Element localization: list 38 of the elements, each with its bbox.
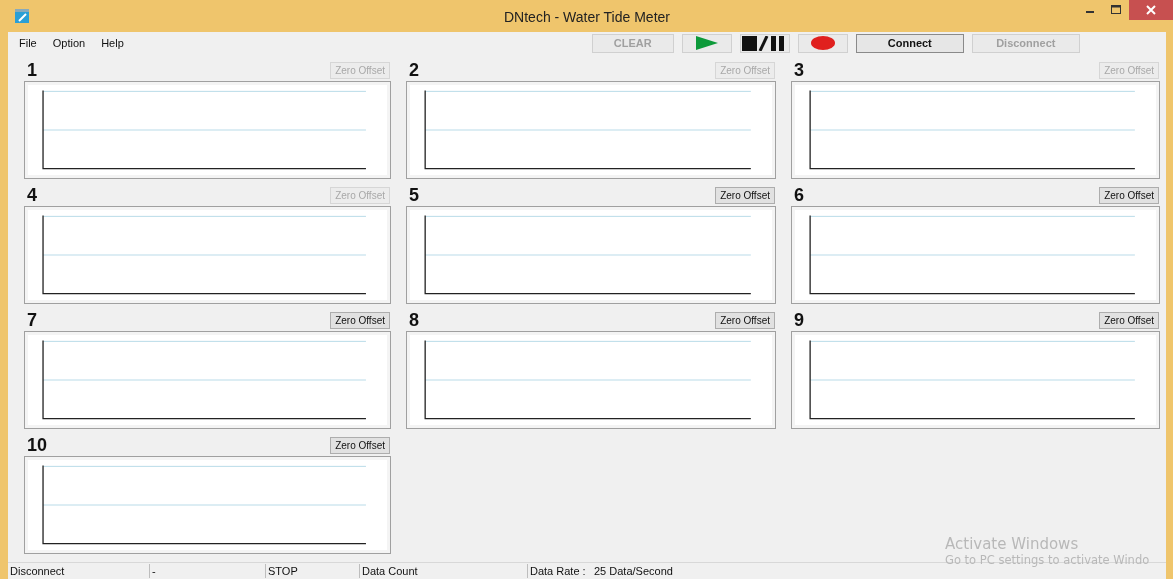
close-button[interactable] <box>1129 0 1173 20</box>
zero-offset-button[interactable]: Zero Offset <box>715 186 775 204</box>
app-icon <box>14 8 30 24</box>
toolbar-button[interactable]: Connect <box>855 33 964 53</box>
status-connection: Disconnect <box>8 564 150 578</box>
channel-number: 5 <box>408 184 419 206</box>
record-icon <box>810 36 835 50</box>
menu-item[interactable]: Help <box>101 37 124 49</box>
window-title: DNtech - Water Tide Meter <box>504 9 670 25</box>
menu-item[interactable]: Option <box>52 37 86 49</box>
channel-number: 6 <box>793 184 804 206</box>
zero-offset-button[interactable]: Zero Offset <box>330 311 390 329</box>
zero-offset-button[interactable]: Zero Offset <box>330 436 390 454</box>
zero-offset-button[interactable]: Zero Offset <box>1099 186 1159 204</box>
status-rate-label: Data Rate : <box>529 564 587 578</box>
channel-number: 2 <box>408 59 419 81</box>
maximize-icon <box>1111 5 1121 15</box>
status-rate-value: 25 Data/Second <box>594 565 673 577</box>
status-data-count: Data Count <box>360 564 528 578</box>
status-state: STOP <box>266 564 360 578</box>
channel-number: 10 <box>26 434 48 456</box>
channel-number: 9 <box>793 309 804 331</box>
play-icon <box>694 36 719 50</box>
record-button[interactable] <box>797 33 848 53</box>
activation-text: Go to PC settings to activate Windo <box>945 553 1151 567</box>
channel-number: 8 <box>408 309 419 331</box>
activation-title: Activate Windows <box>945 535 1080 553</box>
channel-number: 7 <box>26 309 37 331</box>
zero-offset-button[interactable]: Zero Offset <box>715 311 775 329</box>
play-button[interactable] <box>681 33 732 53</box>
channel-number: 3 <box>793 59 804 81</box>
channel-number: 1 <box>26 59 37 81</box>
stop-pause-button[interactable] <box>739 33 790 53</box>
zero-offset-button[interactable]: Zero Offset <box>1099 311 1159 329</box>
close-icon <box>1146 5 1156 15</box>
channel-number: 4 <box>26 184 37 206</box>
menu-item[interactable]: File <box>19 37 37 49</box>
status-field: - <box>150 564 266 578</box>
